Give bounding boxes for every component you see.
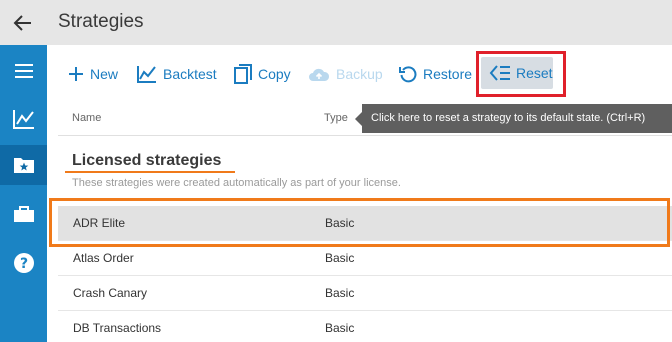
sidebar-item-strategies[interactable] [0, 145, 47, 185]
sidebar-item-help[interactable]: ? [0, 243, 47, 283]
briefcase-icon [13, 206, 34, 222]
restore-button[interactable]: Restore [399, 61, 472, 87]
sidebar-item-charts[interactable] [0, 99, 47, 139]
row-type: Basic [325, 321, 355, 335]
folder-star-icon [13, 158, 34, 173]
table-row[interactable]: DB Transactions Basic [58, 311, 672, 342]
backtest-button-label: Backtest [163, 66, 217, 82]
back-arrow-icon [13, 15, 31, 31]
svg-text:?: ? [19, 256, 27, 272]
sidebar: ? [0, 45, 47, 342]
backtest-chart-icon [137, 66, 156, 83]
group-title: Licensed strategies [72, 152, 222, 169]
restore-button-label: Restore [423, 66, 473, 82]
new-button[interactable]: New [68, 61, 118, 87]
page-title: Strategies [58, 11, 144, 32]
column-header-name[interactable]: Name [72, 112, 101, 124]
sidebar-item-portfolio[interactable] [0, 194, 47, 234]
back-button[interactable] [10, 10, 36, 36]
row-name: DB Transactions [73, 321, 162, 335]
row-name: Atlas Order [73, 251, 134, 265]
backtest-button[interactable]: Backtest [137, 61, 217, 87]
header-divider [58, 135, 672, 136]
menu-icon [14, 64, 33, 78]
copy-button-label: Copy [258, 66, 291, 82]
reset-highlight-frame [476, 51, 566, 97]
column-header-type[interactable]: Type [324, 112, 348, 124]
backup-button[interactable]: Backup [308, 61, 383, 87]
selected-row-highlight-frame [49, 198, 670, 247]
group-title-underline [65, 171, 235, 173]
group-description: These strategies were created automatica… [72, 177, 401, 189]
backup-button-label: Backup [336, 66, 383, 82]
row-type: Basic [325, 251, 355, 265]
table-row[interactable]: Crash Canary Basic [58, 276, 672, 311]
help-icon: ? [13, 253, 34, 273]
row-name: Crash Canary [73, 286, 148, 300]
copy-button[interactable]: Copy [234, 61, 291, 87]
reset-tooltip: Click here to reset a strategy to its de… [355, 104, 672, 133]
chart-icon [12, 110, 34, 129]
restore-icon [399, 66, 417, 83]
plus-icon [69, 67, 83, 81]
new-button-label: New [90, 66, 119, 82]
cloud-upload-icon [309, 68, 330, 81]
menu-button[interactable] [0, 51, 47, 91]
row-type: Basic [325, 286, 355, 300]
copy-icon [234, 64, 252, 84]
top-bar: Strategies [0, 0, 672, 45]
